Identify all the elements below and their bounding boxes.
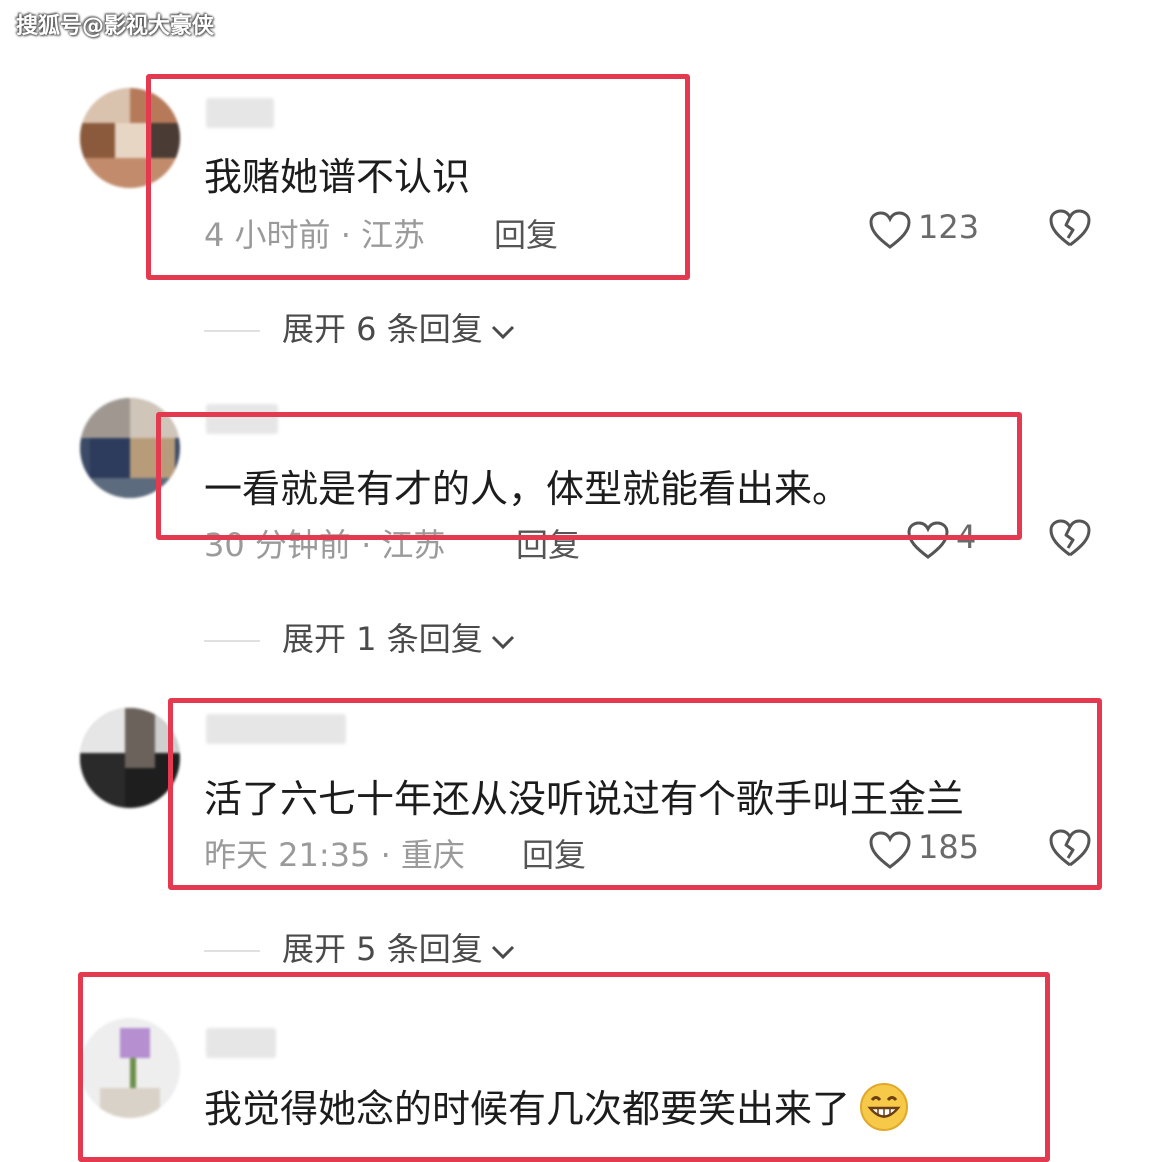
divider <box>204 330 260 332</box>
highlight-box <box>168 698 1102 890</box>
avatar[interactable] <box>80 708 180 808</box>
highlight-box <box>156 412 1022 540</box>
expand-replies-button[interactable]: 展开 5 条回复 <box>204 924 517 970</box>
expand-label: 展开 5 条回复 <box>282 930 483 968</box>
divider <box>204 950 260 952</box>
watermark: 搜狐号@影视大豪侠 <box>16 14 215 39</box>
dislike-button[interactable] <box>1048 518 1092 558</box>
divider <box>204 640 260 642</box>
broken-heart-icon <box>1048 209 1092 247</box>
chevron-down-icon <box>489 312 517 350</box>
expand-replies-button[interactable]: 展开 1 条回复 <box>204 614 517 660</box>
like-button[interactable]: 123 <box>868 208 979 250</box>
expand-replies-button[interactable]: 展开 6 条回复 <box>204 304 517 350</box>
like-count: 123 <box>918 208 980 246</box>
expand-label: 展开 1 条回复 <box>282 620 483 658</box>
highlight-box <box>78 972 1050 1162</box>
highlight-box <box>146 74 690 280</box>
chevron-down-icon <box>489 622 517 660</box>
chevron-down-icon <box>489 932 517 970</box>
broken-heart-icon <box>1048 519 1092 557</box>
expand-label: 展开 6 条回复 <box>282 310 483 348</box>
heart-icon <box>868 209 912 250</box>
dislike-button[interactable] <box>1048 208 1092 248</box>
